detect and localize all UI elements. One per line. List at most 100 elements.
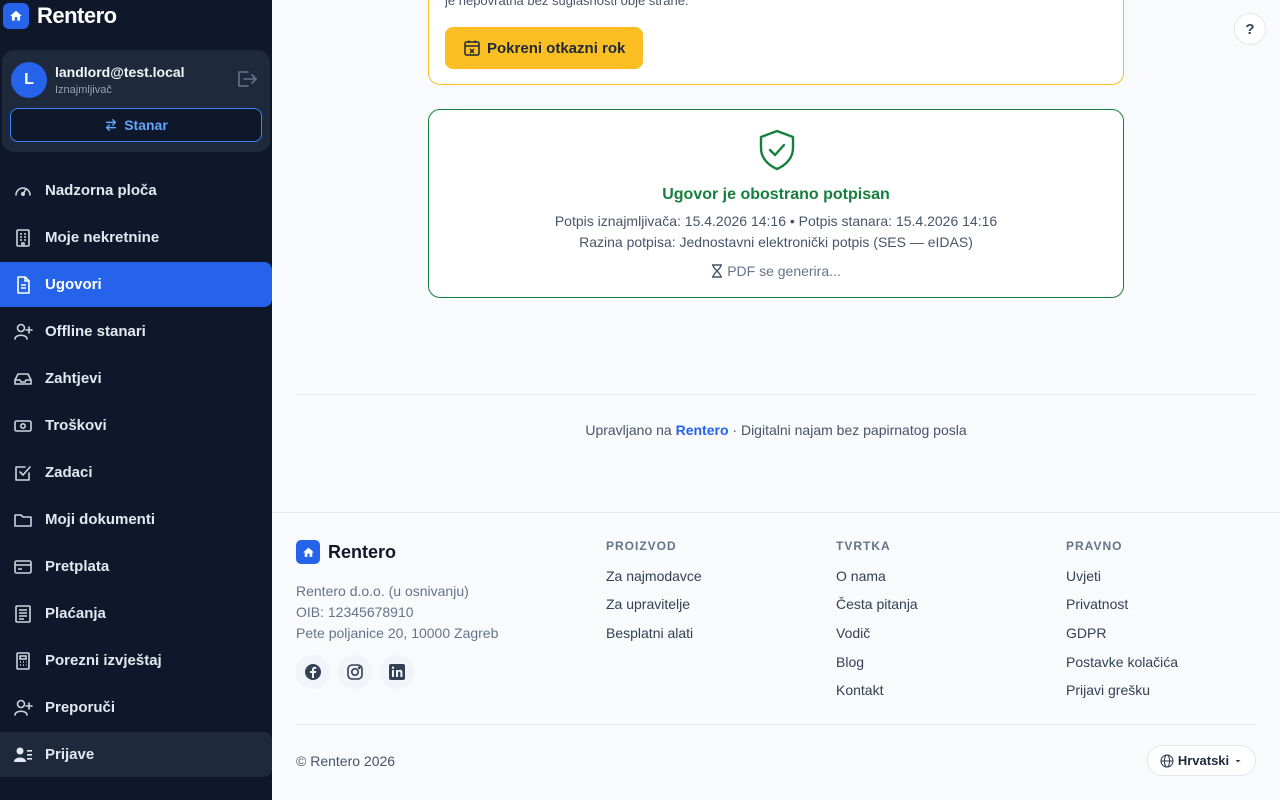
instagram-icon[interactable] <box>338 655 372 689</box>
footer-link[interactable]: Postavke kolačića <box>1066 654 1178 670</box>
termination-note: je nepovratna bez suglasnosti obje stran… <box>445 0 689 8</box>
switch-role-label: Stanar <box>124 117 168 133</box>
footer-link[interactable]: Prijavi grešku <box>1066 682 1150 698</box>
user-plus-icon <box>13 698 33 718</box>
managed-prefix: Upravljano na <box>585 422 672 438</box>
nav-item-offline-stanari[interactable]: Offline stanari <box>0 309 272 354</box>
nav-item-zadaci[interactable]: Zadaci <box>0 450 272 495</box>
nav-label: Moje nekretnine <box>45 229 160 246</box>
footer-link[interactable]: Besplatni alati <box>606 625 693 641</box>
avatar: L <box>11 62 47 98</box>
start-notice-period-button[interactable]: Pokreni otkazni rok <box>445 27 644 69</box>
footer-link[interactable]: Česta pitanja <box>836 596 918 612</box>
nav-label: Troškovi <box>45 417 107 434</box>
calendar-x-icon <box>464 40 480 56</box>
footer: Rentero Rentero d.o.o. (u osnivanju) OIB… <box>272 512 1280 800</box>
managed-by-line: Upravljano na Rentero · Digitalni najam … <box>296 422 1256 438</box>
swap-icon <box>106 119 117 131</box>
nav-item-preporuci[interactable]: Preporuči <box>0 685 272 730</box>
help-button[interactable]: ? <box>1234 13 1266 45</box>
nav-item-moji-dokumenti[interactable]: Moji dokumenti <box>0 497 272 542</box>
user-list-icon <box>13 745 33 765</box>
building-icon <box>13 228 33 248</box>
company-address: Pete poljanice 20, 10000 Zagreb <box>296 625 499 641</box>
company-oib: OIB: 12345678910 <box>296 604 414 620</box>
logout-icon[interactable] <box>236 70 258 88</box>
footer-link[interactable]: Za najmodavce <box>606 568 702 584</box>
brand[interactable]: Rentero <box>3 3 117 29</box>
globe-icon <box>1160 753 1174 768</box>
language-label: Hrvatski <box>1177 753 1230 768</box>
footer-link[interactable]: Privatnost <box>1066 596 1128 612</box>
footer-col-title: TVRTKA <box>836 539 891 553</box>
nav-item-porezni-izvjestaj[interactable]: Porezni izvještaj <box>0 638 272 683</box>
termination-card: je nepovratna bez suglasnosti obje stran… <box>428 0 1124 85</box>
nav-label: Offline stanari <box>45 323 146 340</box>
nav-label: Porezni izvještaj <box>45 652 162 669</box>
caret-down-icon <box>1235 759 1241 762</box>
signature-title: Ugovor je obostrano potpisan <box>662 186 890 203</box>
pdf-status: PDF se generira... <box>429 263 1123 279</box>
footer-col-title: PRAVNO <box>1066 539 1123 553</box>
nav-item-moje-nekretnine[interactable]: Moje nekretnine <box>0 215 272 260</box>
hourglass-icon <box>712 264 723 278</box>
nav-label: Zadaci <box>45 464 93 481</box>
nav-item-zahtjevi[interactable]: Zahtjevi <box>0 356 272 401</box>
footer-divider <box>296 724 1256 725</box>
inbox-icon <box>13 369 33 389</box>
folder-icon <box>13 510 33 530</box>
company-name: Rentero d.o.o. (u osnivanju) <box>296 583 469 599</box>
nav-item-placanja[interactable]: Plaćanja <box>0 591 272 636</box>
start-notice-period-label: Pokreni otkazni rok <box>487 39 626 57</box>
document-icon <box>13 275 33 295</box>
home-icon <box>296 540 320 564</box>
shield-check-icon <box>757 128 797 172</box>
switch-role-button[interactable]: Stanar <box>10 108 262 142</box>
nav-item-troskovi[interactable]: Troškovi <box>0 403 272 448</box>
signature-level: Razina potpisa: Jednostavni elektronički… <box>579 234 973 250</box>
managed-suffix: · Digitalni najam bez papirnatog posla <box>732 422 967 438</box>
nav-label: Zahtjevi <box>45 370 102 387</box>
user-plus-icon <box>13 322 33 342</box>
nav-label: Nadzorna ploča <box>45 182 157 199</box>
language-select[interactable]: Hrvatski <box>1147 745 1256 776</box>
footer-link[interactable]: Blog <box>836 654 864 670</box>
pdf-status-text: PDF se generira... <box>727 263 841 279</box>
footer-brand[interactable]: Rentero <box>296 540 396 564</box>
receipt-icon <box>13 604 33 624</box>
nav-label: Ugovori <box>45 276 102 293</box>
footer-link[interactable]: Uvjeti <box>1066 568 1101 584</box>
gauge-icon <box>13 181 33 201</box>
nav-label: Prijave <box>45 746 95 763</box>
managed-brand-link[interactable]: Rentero <box>676 422 729 438</box>
home-icon <box>3 3 29 29</box>
footer-link[interactable]: Vodič <box>836 625 870 641</box>
user-email: landlord@test.local <box>55 64 185 80</box>
nav-label: Preporuči <box>45 699 116 716</box>
signature-timestamps: Potpis iznajmljivača: 15.4.2026 14:16 • … <box>554 213 998 229</box>
calculator-icon <box>13 651 33 671</box>
linkedin-icon[interactable] <box>380 655 414 689</box>
footer-link[interactable]: O nama <box>836 568 886 584</box>
main-nav: Nadzorna ploča Moje nekretnine Ugovori O… <box>0 168 272 779</box>
footer-link[interactable]: Kontakt <box>836 682 883 698</box>
content-divider <box>296 394 1256 395</box>
checkbox-icon <box>13 463 33 483</box>
footer-link[interactable]: GDPR <box>1066 625 1106 641</box>
copyright: © Rentero 2026 <box>296 753 396 769</box>
nav-label: Moji dokumenti <box>45 511 155 528</box>
facebook-icon[interactable] <box>296 655 330 689</box>
nav-item-ugovori[interactable]: Ugovori <box>0 262 272 307</box>
footer-link[interactable]: Za upravitelje <box>606 596 690 612</box>
user-card: L landlord@test.local Iznajmljivač Stana… <box>2 50 270 152</box>
nav-item-prijave[interactable]: Prijave <box>0 732 272 777</box>
footer-col-title: PROIZVOD <box>606 539 677 553</box>
credit-card-icon <box>13 557 33 577</box>
cash-icon <box>13 416 33 436</box>
nav-item-pretplata[interactable]: Pretplata <box>0 544 272 589</box>
footer-brand-name: Rentero <box>328 541 397 562</box>
signature-status-card: Ugovor je obostrano potpisan Potpis izna… <box>428 109 1124 298</box>
user-role: Iznajmljivač <box>55 84 112 96</box>
nav-label: Plaćanja <box>45 605 106 622</box>
nav-item-nadzorna-ploca[interactable]: Nadzorna ploča <box>0 168 272 213</box>
